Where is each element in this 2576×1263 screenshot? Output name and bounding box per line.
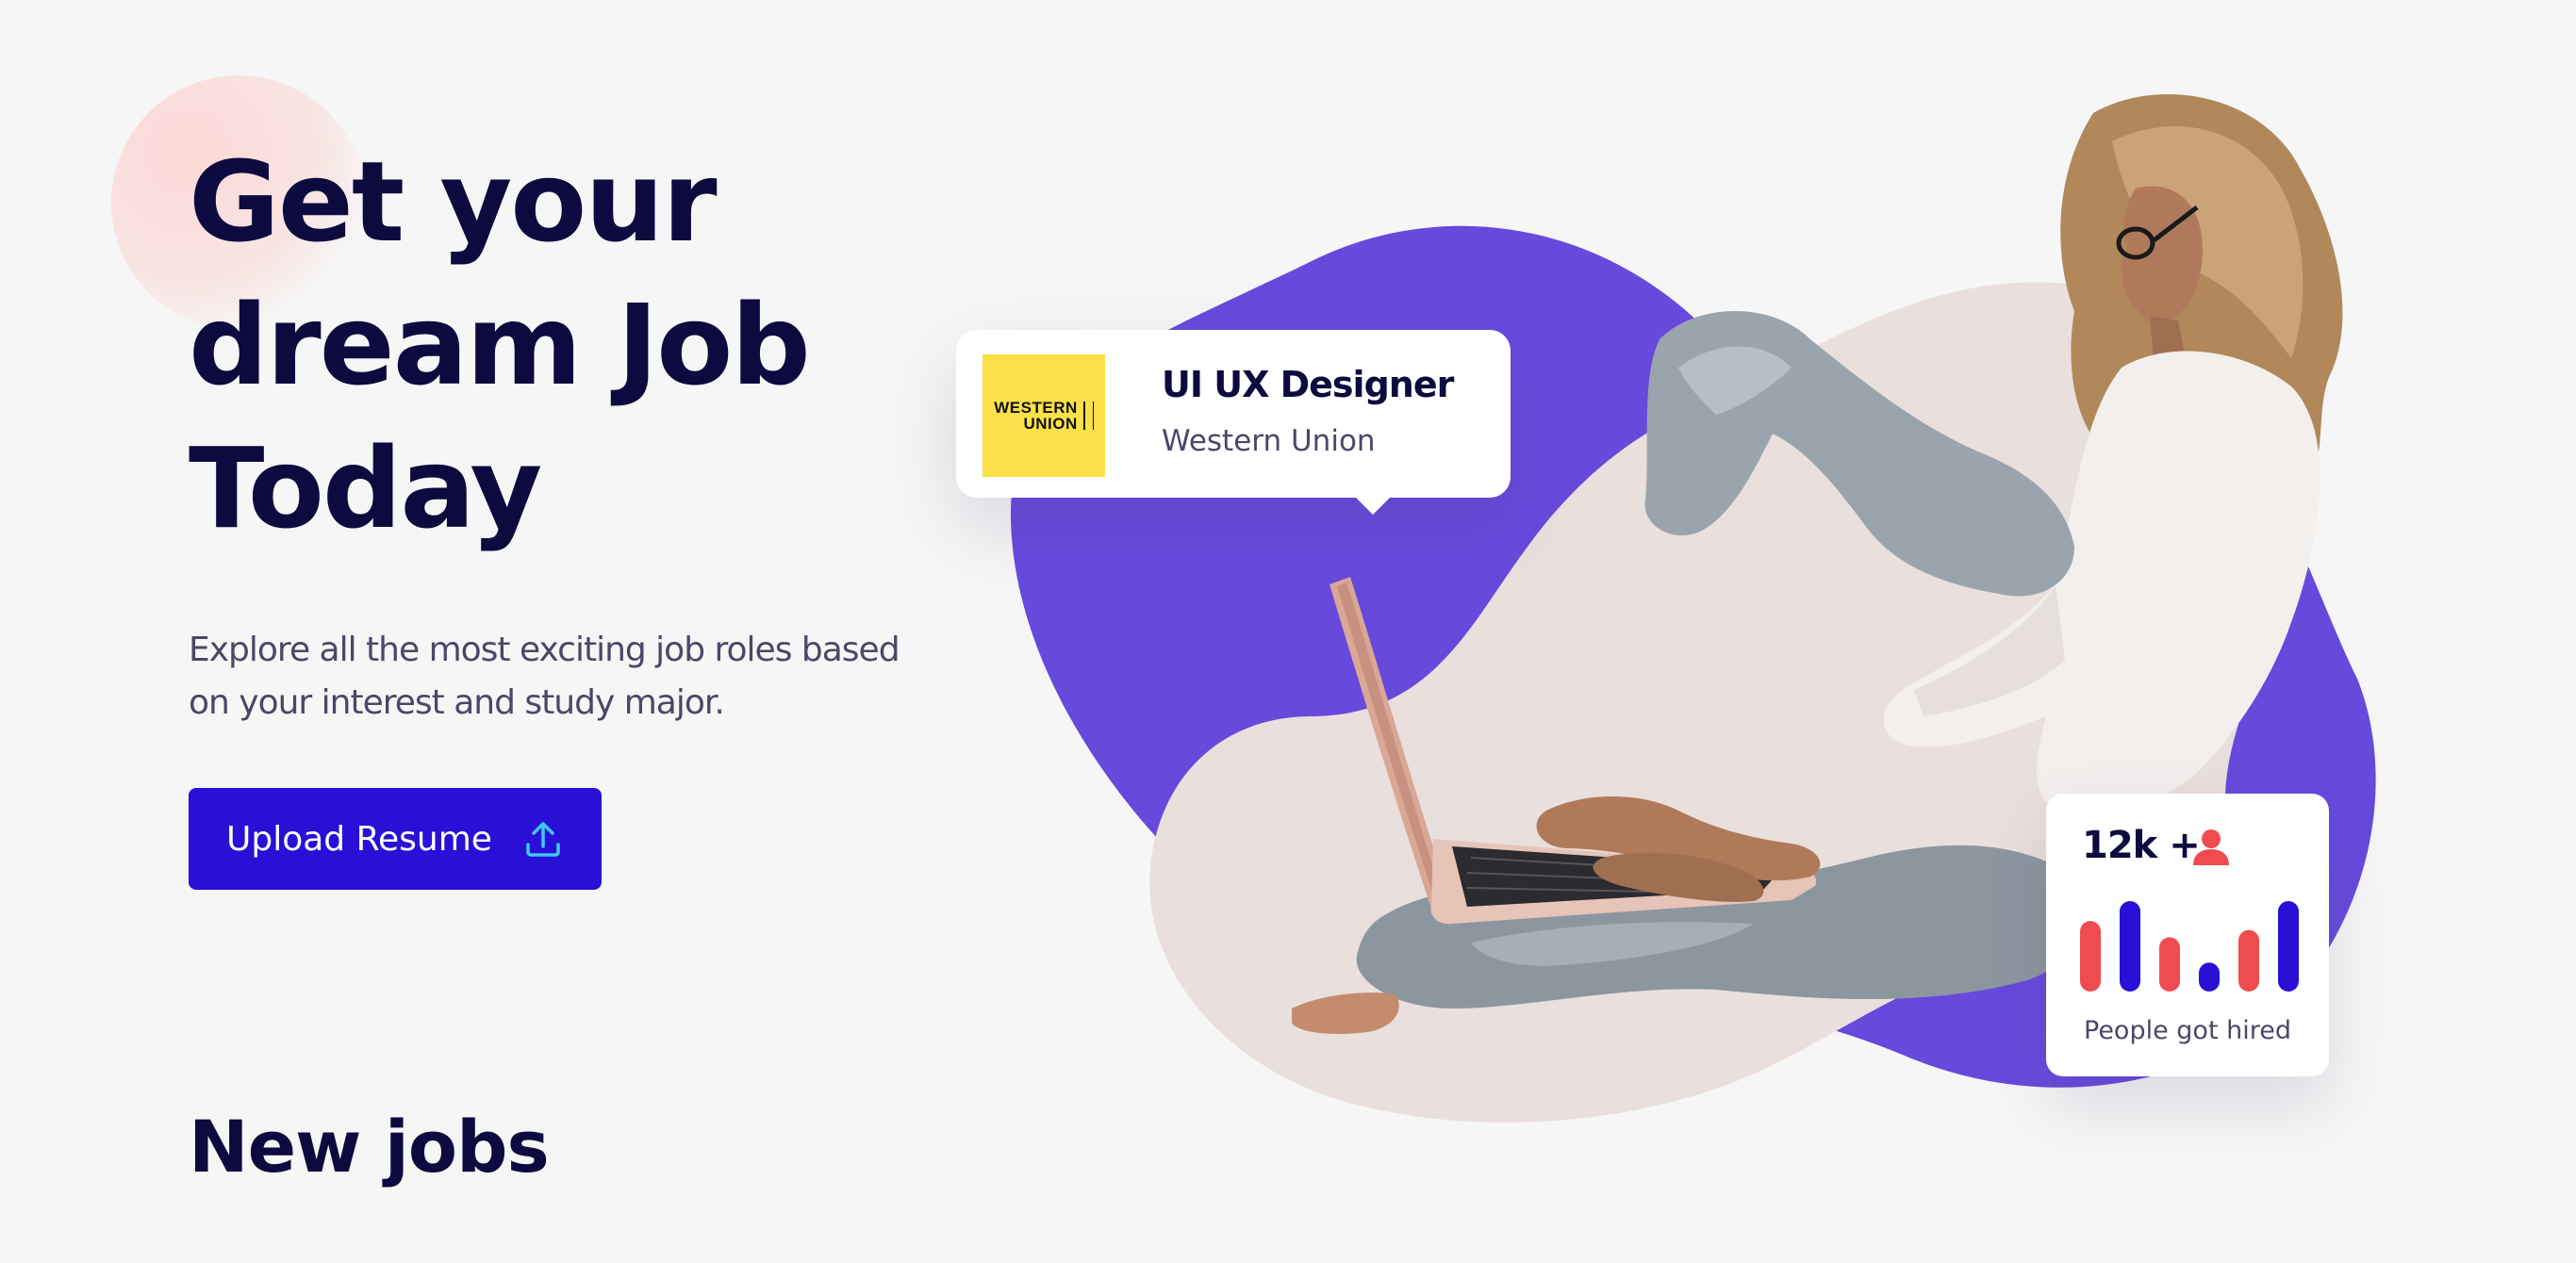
job-title: UI UX Designer [1162,364,1454,405]
hired-count: 12k + [2082,824,2201,867]
hero-description: Explore all the most exciting job roles … [189,624,905,730]
hero-title-line: Get your [189,137,718,267]
logo-text-line: UNION [1023,415,1078,433]
hired-bar [2238,929,2259,992]
landing-page: Get your dream Job Today Explore all the… [0,0,2576,1263]
hired-stats-card: 12k + People got hired [2046,794,2329,1076]
hired-bar [2120,901,2140,992]
hero-title-line: dream Job [189,280,811,410]
upload-resume-label: Upload Resume [226,819,492,859]
job-card[interactable]: WESTERN UNION UI UX Designer Western Uni… [956,330,1511,515]
hired-label: People got hired [2084,1016,2291,1045]
logo-text: WESTERN UNION [994,400,1078,432]
hero-title: Get your dream Job Today [189,130,811,560]
hero-description-line: on your interest and study major. [189,683,725,722]
logo-bars-icon [1082,402,1094,430]
upload-resume-button[interactable]: Upload Resume [189,788,602,890]
job-company: Western Union [1162,424,1376,458]
upload-icon [526,822,560,857]
western-union-logo: WESTERN UNION [983,354,1105,477]
hired-bar [2159,937,2180,992]
logo-text-line: WESTERN [994,399,1078,417]
hired-bar [2199,962,2220,992]
hero-description-line: Explore all the most exciting job roles … [189,631,900,669]
hired-bar [2080,921,2101,992]
hired-bar-chart [2080,901,2299,992]
hero-title-line: Today [189,423,542,553]
new-jobs-heading: New jobs [189,1105,550,1189]
person-icon [2193,829,2229,865]
hired-bar [2278,901,2299,992]
